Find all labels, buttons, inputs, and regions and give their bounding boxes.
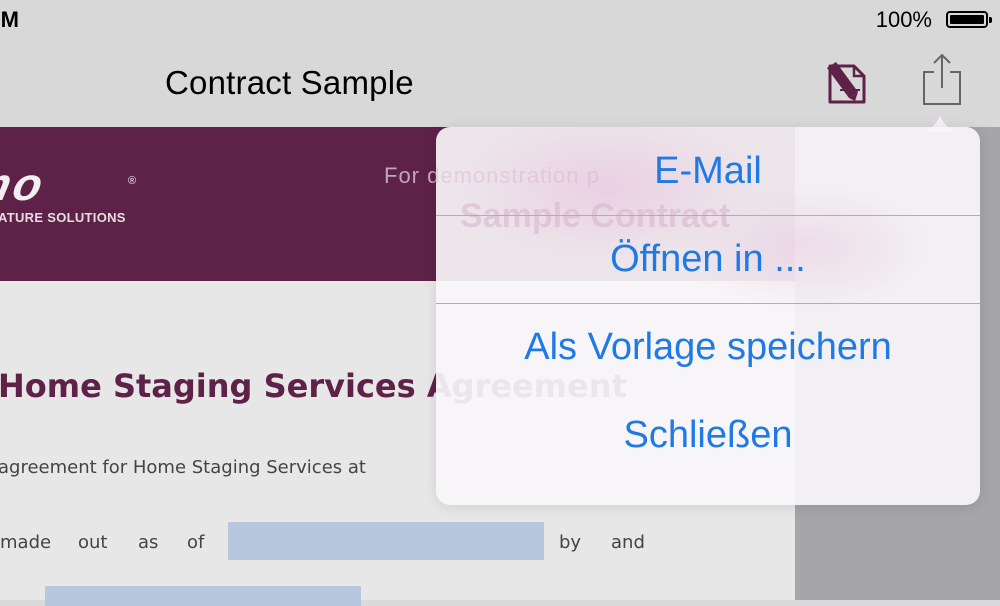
email-menu-item[interactable]: E-Mail [436,127,980,215]
edit-document-icon [827,62,866,104]
text-word: as [138,532,159,553]
open-in-menu-item[interactable]: Öffnen in ... [436,215,980,303]
text-word: out [78,532,108,553]
edit-document-button[interactable] [822,58,872,108]
status-time: PM [0,7,19,32]
logo-registered-mark: ® [128,175,137,187]
share-popover: For demonstration p Sample Contract E-Ma… [436,127,980,505]
text-word: of [187,532,205,553]
text-word: and [611,532,645,553]
document-date-line: made out as of by and [0,522,680,569]
share-button[interactable] [918,52,966,108]
document-intro-line: agreement for Home Staging Services at [0,457,366,478]
navigation-bar: Contract Sample [0,40,1000,128]
save-as-template-menu-item[interactable]: Als Vorlage speichern [436,303,980,391]
company-logo: mo [0,158,51,210]
page-title: Contract Sample [165,64,414,101]
text-word: made [0,532,52,553]
status-bar: PM 100% [0,0,1000,40]
battery-icon [946,11,992,28]
close-menu-item[interactable]: Schließen [436,391,980,479]
party-form-field[interactable] [45,586,361,606]
date-form-field[interactable] [228,522,544,560]
share-icon [923,53,961,105]
logo-subtitle: ATURE SOLUTIONS [0,210,126,225]
battery-percentage: 100% [875,7,932,32]
text-word: by [559,532,582,553]
